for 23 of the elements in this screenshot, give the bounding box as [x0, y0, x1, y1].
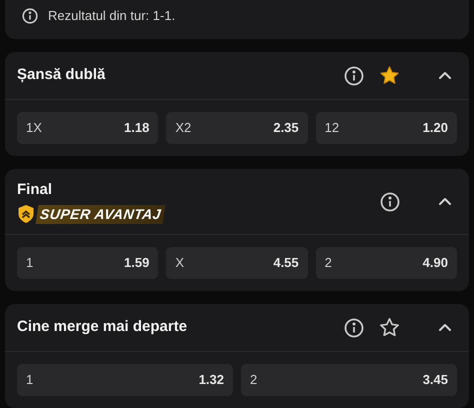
chevron-up-icon[interactable] — [438, 71, 452, 80]
info-icon[interactable] — [344, 66, 364, 86]
info-icon[interactable] — [344, 318, 364, 338]
shield-icon — [16, 204, 36, 224]
star-icon[interactable] — [379, 65, 400, 86]
promo-badge: SUPER AVANTAJ — [36, 204, 166, 224]
odds-button[interactable]: X 4.55 — [166, 247, 308, 279]
odds-button[interactable]: 2 4.90 — [316, 247, 457, 279]
info-icon — [22, 8, 38, 24]
info-icon[interactable] — [380, 192, 400, 212]
market-title: Final — [17, 180, 54, 200]
odds-button[interactable]: 1X 1.18 — [17, 112, 158, 144]
odds-button[interactable]: 2 3.45 — [241, 364, 457, 396]
odds-button[interactable]: 1 1.32 — [17, 364, 233, 396]
odds-button[interactable]: 12 1.20 — [316, 112, 457, 144]
chevron-up-icon[interactable] — [438, 197, 452, 206]
notice-text: Rezultatul din tur: 1-1. — [48, 6, 176, 25]
odds-button[interactable]: X2 2.35 — [166, 112, 308, 144]
star-icon[interactable] — [379, 317, 400, 338]
market-title: Cine merge mai departe — [17, 317, 188, 338]
odds-button[interactable]: 1 1.59 — [17, 247, 158, 279]
chevron-up-icon[interactable] — [438, 323, 452, 332]
market-title: Șansă dublă — [17, 65, 106, 86]
